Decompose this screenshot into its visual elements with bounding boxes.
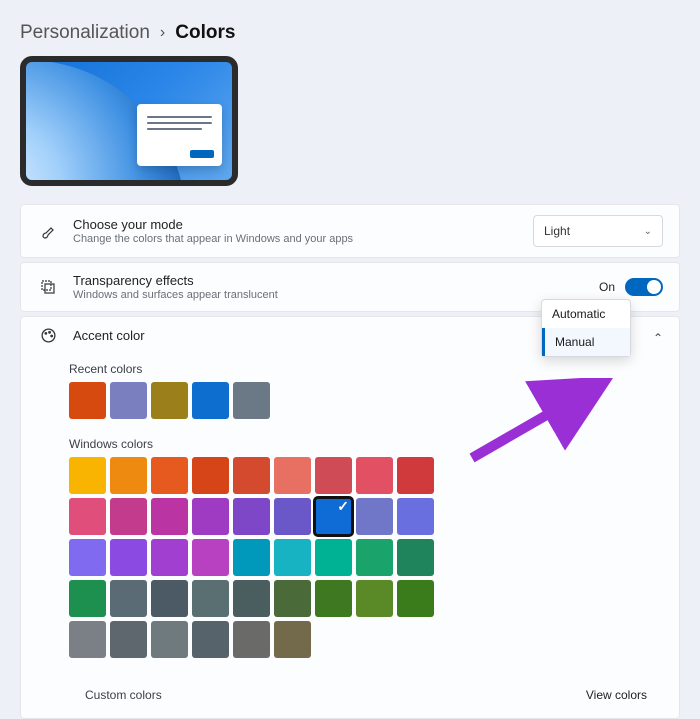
custom-colors-label: Custom colors [85,688,162,702]
mode-select[interactable]: Light ⌄ [533,215,663,247]
color-swatch[interactable] [233,457,270,494]
color-swatch[interactable] [233,498,270,535]
chevron-right-icon: › [160,24,165,42]
color-swatch[interactable] [274,580,311,617]
transparency-subtitle: Windows and surfaces appear translucent [73,289,599,301]
breadcrumb-current: Colors [175,22,235,44]
color-swatch[interactable] [151,382,188,419]
color-swatch[interactable] [397,580,434,617]
color-swatch[interactable] [397,539,434,576]
color-swatch[interactable] [151,498,188,535]
transparency-title: Transparency effects [73,273,599,288]
color-swatch[interactable] [233,580,270,617]
color-swatch[interactable] [192,498,229,535]
color-swatch[interactable] [397,498,434,535]
color-swatch[interactable] [274,498,311,535]
color-swatch[interactable] [192,621,229,658]
chevron-down-icon: ⌄ [644,226,652,237]
color-swatch[interactable] [110,539,147,576]
color-swatch[interactable] [192,457,229,494]
transparency-state-label: On [599,280,615,294]
color-swatch[interactable] [69,498,106,535]
color-swatch[interactable] [356,539,393,576]
chevron-up-icon[interactable]: ⌃ [653,331,663,345]
color-swatch[interactable] [69,457,106,494]
color-swatch[interactable] [274,457,311,494]
color-swatch[interactable] [151,621,188,658]
mode-select-value: Light [544,224,570,238]
color-swatch[interactable] [397,457,434,494]
windows-colors-grid [69,457,444,658]
color-swatch[interactable] [110,498,147,535]
color-swatch[interactable] [69,539,106,576]
breadcrumb-parent[interactable]: Personalization [20,22,150,44]
color-swatch[interactable] [233,539,270,576]
breadcrumb: Personalization › Colors [20,22,680,44]
accent-option-manual[interactable]: Manual [542,328,630,356]
view-colors-button[interactable]: View colors [586,688,647,702]
color-swatch[interactable] [69,382,106,419]
color-swatch[interactable] [233,382,270,419]
choose-mode-subtitle: Change the colors that appear in Windows… [73,233,533,245]
color-swatch[interactable] [151,580,188,617]
color-swatch[interactable] [192,539,229,576]
theme-preview [20,56,238,186]
palette-icon [37,327,59,344]
color-swatch[interactable] [110,382,147,419]
color-swatch[interactable] [233,621,270,658]
transparency-toggle[interactable] [625,278,663,296]
color-swatch[interactable] [151,457,188,494]
color-swatch[interactable] [69,621,106,658]
choose-mode-row[interactable]: Choose your mode Change the colors that … [20,204,680,258]
color-swatch[interactable] [356,457,393,494]
color-swatch[interactable] [274,621,311,658]
color-swatch[interactable] [110,580,147,617]
color-swatch[interactable] [69,580,106,617]
color-swatch[interactable] [110,457,147,494]
accent-mode-dropdown[interactable]: Automatic Manual [541,299,631,357]
color-swatch[interactable] [356,580,393,617]
accent-option-automatic[interactable]: Automatic [542,300,630,328]
color-swatch[interactable] [315,539,352,576]
recent-colors-grid [69,382,663,419]
recent-colors-label: Recent colors [69,362,663,376]
color-swatch[interactable] [192,580,229,617]
accent-color-row[interactable]: Accent color Automatic Manual ⌃ Recent c… [20,316,680,719]
color-swatch[interactable] [151,539,188,576]
color-swatch[interactable] [315,580,352,617]
choose-mode-title: Choose your mode [73,217,533,232]
color-swatch[interactable] [192,382,229,419]
color-swatch[interactable] [110,621,147,658]
color-swatch[interactable] [315,498,352,535]
brush-icon [37,223,59,239]
transparency-icon [37,279,59,295]
color-swatch[interactable] [356,498,393,535]
color-swatch[interactable] [315,457,352,494]
windows-colors-label: Windows colors [69,437,663,451]
color-swatch[interactable] [274,539,311,576]
